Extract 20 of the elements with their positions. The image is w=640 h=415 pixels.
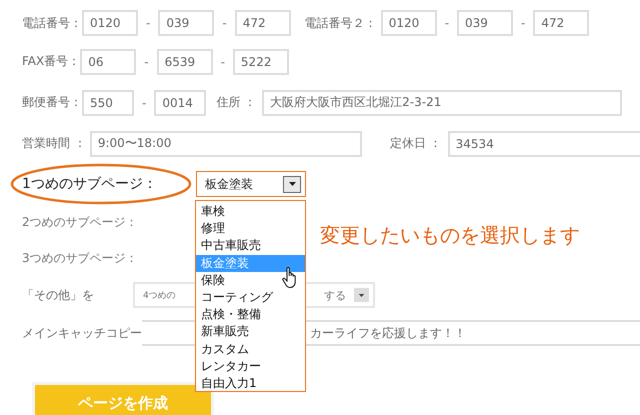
separator-text: - — [521, 16, 526, 30]
separator-text: - — [146, 16, 150, 30]
field-label: 1つめのサブページ： — [22, 175, 158, 193]
field-label: 3つめのサブページ： — [22, 250, 139, 266]
separator-text: - — [144, 54, 149, 68]
field-label: 定休日 ： — [390, 135, 442, 152]
separator-text: - — [220, 54, 225, 68]
field-label: 「その他」を — [22, 286, 95, 304]
field-label: 電話番号： — [22, 14, 82, 32]
field-label: 営業時間 ： — [22, 135, 86, 152]
field-label: FAX番号： — [22, 53, 80, 70]
field-label: 電話番号２： — [304, 14, 377, 32]
field-label: メインキャッチコピー — [22, 324, 142, 342]
field-label: 2つめのサブページ： — [22, 214, 139, 230]
separator-text: - — [444, 16, 450, 30]
callout-text: 変更したいものを選択します — [320, 222, 580, 249]
separator-text: - — [142, 96, 146, 110]
separator-text: - — [222, 16, 227, 30]
field-label: 住所 ： — [216, 94, 256, 111]
field-label: 郵便番号： — [22, 94, 82, 111]
